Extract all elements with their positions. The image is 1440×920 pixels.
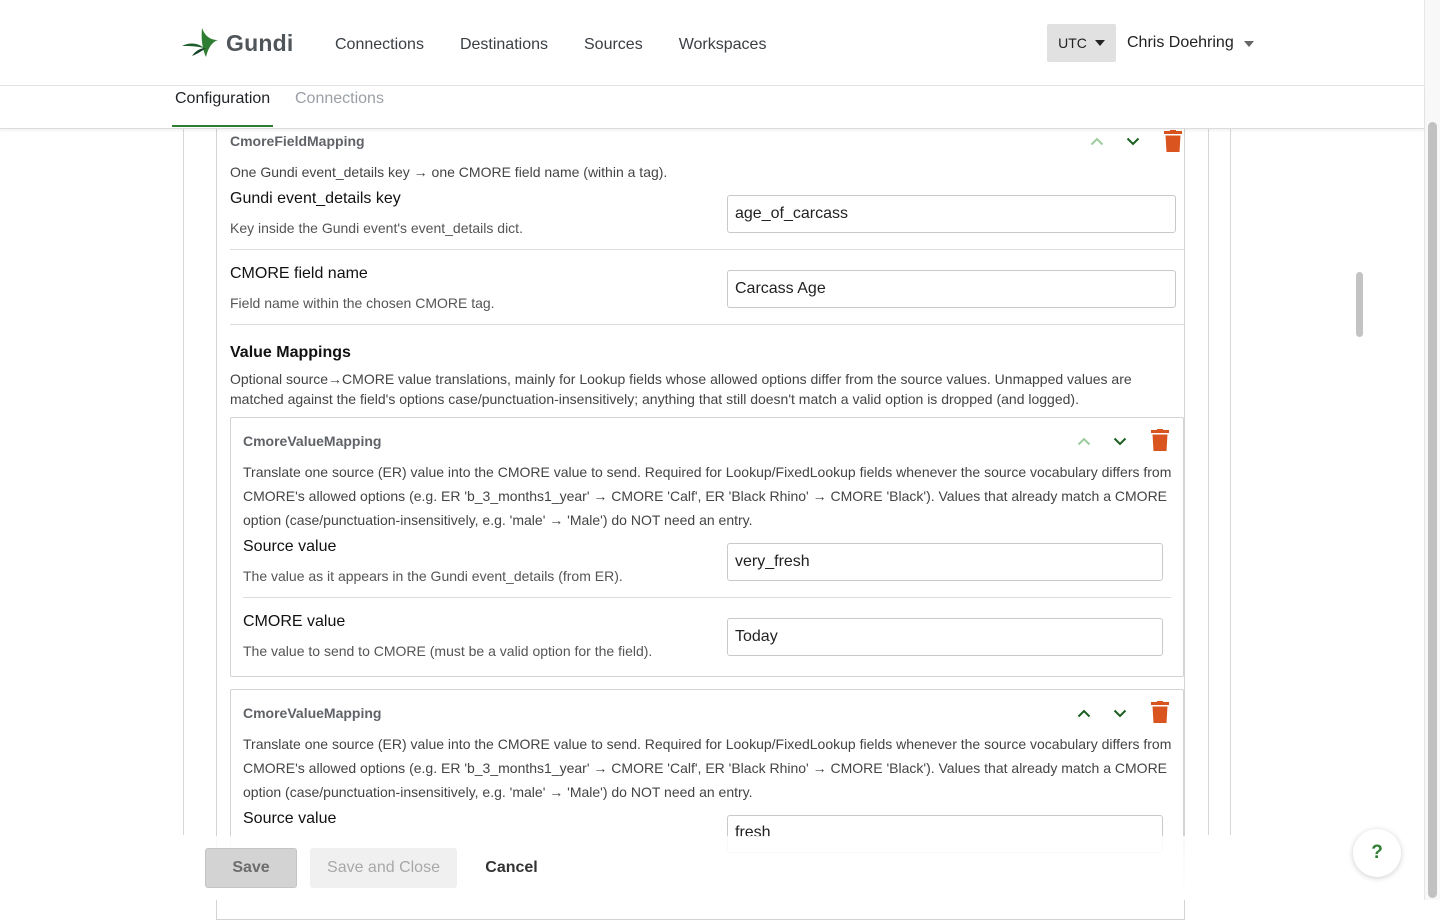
value-mapping-description: Translate one source (ER) value into the… bbox=[243, 736, 1172, 800]
gundi-key-help: Key inside the Gundi event's event_detai… bbox=[230, 220, 523, 236]
top-navbar: Gundi Connections Destinations Sources W… bbox=[0, 0, 1424, 86]
caret-down-icon bbox=[1243, 41, 1254, 47]
source-value-help: The value as it appears in the Gundi eve… bbox=[243, 568, 623, 584]
nav-connections[interactable]: Connections bbox=[335, 36, 424, 54]
move-up-button[interactable] bbox=[1087, 131, 1107, 151]
chevron-up-icon bbox=[1077, 437, 1091, 445]
move-down-button[interactable] bbox=[1110, 703, 1130, 723]
nav-destinations[interactable]: Destinations bbox=[460, 36, 548, 54]
value-mapping-description: Translate one source (ER) value into the… bbox=[243, 464, 1172, 528]
cmore-value-label: CMORE value bbox=[243, 613, 346, 630]
sub-tabs: Configuration Connections bbox=[0, 87, 1424, 129]
gundi-logo[interactable]: Gundi bbox=[180, 26, 293, 60]
cmore-field-input[interactable]: Carcass Age bbox=[727, 270, 1176, 308]
cmore-field-help: Field name within the chosen CMORE tag. bbox=[230, 295, 495, 311]
chevron-down-icon bbox=[1113, 437, 1127, 445]
delete-button[interactable] bbox=[1150, 429, 1170, 453]
page-scrollbar-thumb[interactable] bbox=[1428, 122, 1437, 898]
user-menu[interactable]: Chris Doehring bbox=[1127, 34, 1254, 52]
value-mappings-description: Optional source→CMORE value translations… bbox=[230, 371, 1132, 407]
app-name: Gundi bbox=[226, 29, 294, 56]
nav-workspaces[interactable]: Workspaces bbox=[679, 36, 767, 54]
value-mapping-title: CmoreValueMapping bbox=[243, 705, 382, 721]
delete-button[interactable] bbox=[1150, 701, 1170, 725]
gundi-leaf-icon bbox=[182, 28, 218, 57]
gundi-key-input[interactable]: age_of_carcass bbox=[727, 195, 1176, 233]
move-up-button[interactable] bbox=[1074, 431, 1094, 451]
move-up-button[interactable] bbox=[1074, 703, 1094, 723]
save-and-close-button[interactable]: Save and Close bbox=[310, 848, 457, 888]
form-footer: Save Save and Close Cancel bbox=[0, 836, 1424, 900]
divider bbox=[243, 597, 1171, 598]
trash-icon bbox=[1151, 429, 1169, 451]
source-value-label: Source value bbox=[243, 538, 337, 555]
source-value-label: Source value bbox=[243, 810, 337, 827]
tab-connections[interactable]: Connections bbox=[295, 90, 384, 124]
nav-sources[interactable]: Sources bbox=[584, 36, 643, 54]
caret-down-icon bbox=[1094, 40, 1105, 46]
delete-button[interactable] bbox=[1163, 130, 1183, 154]
help-button[interactable]: ? bbox=[1353, 829, 1401, 877]
divider bbox=[230, 324, 1184, 325]
user-name: Chris Doehring bbox=[1127, 34, 1234, 51]
field-mapping-title: CmoreFieldMapping bbox=[230, 133, 365, 149]
chevron-down-icon bbox=[1126, 137, 1140, 145]
trash-icon bbox=[1151, 701, 1169, 723]
value-mappings-heading: Value Mappings bbox=[230, 344, 351, 361]
field-mapping-description: One Gundi event_details key → one CMORE … bbox=[230, 164, 668, 180]
trash-icon bbox=[1164, 130, 1182, 152]
move-down-button[interactable] bbox=[1123, 131, 1143, 151]
chevron-up-icon bbox=[1077, 709, 1091, 717]
gundi-key-label: Gundi event_details key bbox=[230, 190, 401, 207]
tab-configuration[interactable]: Configuration bbox=[171, 90, 274, 127]
chevron-up-icon bbox=[1090, 137, 1104, 145]
main-nav: Connections Destinations Sources Workspa… bbox=[335, 36, 802, 54]
timezone-dropdown[interactable]: UTC bbox=[1047, 24, 1116, 62]
cmore-value-input[interactable]: Today bbox=[727, 618, 1163, 656]
chevron-down-icon bbox=[1113, 709, 1127, 717]
timezone-label: UTC bbox=[1058, 35, 1087, 51]
value-mapping-title: CmoreValueMapping bbox=[243, 433, 382, 449]
move-down-button[interactable] bbox=[1110, 431, 1130, 451]
cmore-field-label: CMORE field name bbox=[230, 265, 368, 282]
save-button[interactable]: Save bbox=[205, 848, 297, 888]
cmore-value-help: The value to send to CMORE (must be a va… bbox=[243, 643, 653, 659]
divider bbox=[230, 249, 1184, 250]
form-scrollbar[interactable] bbox=[1356, 272, 1363, 337]
source-value-input[interactable]: very_fresh bbox=[727, 543, 1163, 581]
cancel-button[interactable]: Cancel bbox=[470, 848, 553, 888]
